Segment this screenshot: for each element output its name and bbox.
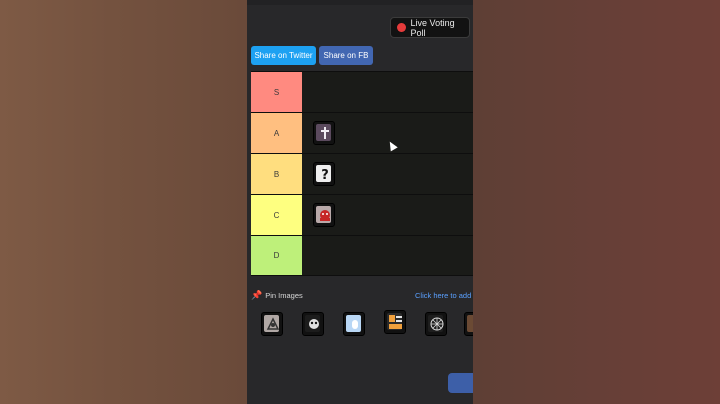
tier-drop-zone-d[interactable] <box>302 236 473 275</box>
question-mark-card-icon[interactable]: ? <box>313 162 335 186</box>
tier-drop-zone-s[interactable] <box>302 72 473 112</box>
tier-label-c[interactable]: C <box>251 195 302 235</box>
pushpin-icon: 📌 <box>251 290 263 300</box>
tier-label-a[interactable]: A <box>251 113 302 153</box>
tier-label-b[interactable]: B <box>251 154 302 194</box>
record-dot-icon <box>397 23 406 32</box>
tier-row-c: C <box>251 194 473 235</box>
tier-list: S A B ? C D <box>251 71 473 276</box>
tier-drop-zone-b[interactable]: ? <box>302 154 473 194</box>
pin-images-label: Pin Images <box>265 291 303 300</box>
blurred-background-left <box>0 0 247 404</box>
share-fb-button[interactable]: Share on FB <box>319 46 373 65</box>
skull-sigil-card-icon[interactable] <box>261 312 283 336</box>
tier-row-s: S <box>251 71 473 112</box>
brown-card-partial-icon[interactable] <box>464 312 473 336</box>
blurred-background-right <box>473 0 720 404</box>
live-voting-poll-button[interactable]: Live Voting Poll <box>390 17 470 38</box>
blue-ghost-card-icon[interactable] <box>343 312 365 336</box>
tier-label-s[interactable]: S <box>251 72 302 112</box>
bottom-action-button[interactable] <box>448 373 473 393</box>
tier-list-panel: Live Voting Poll Share on Twitter Share … <box>247 0 473 404</box>
black-skull-card-icon[interactable] <box>302 312 324 336</box>
top-clipped-area <box>247 0 473 5</box>
tier-drop-zone-c[interactable] <box>302 195 473 235</box>
tier-row-b: B ? <box>251 153 473 194</box>
click-here-to-add-link[interactable]: Click here to add <box>415 291 471 300</box>
tier-row-a: A <box>251 112 473 153</box>
sit-jump-card-icon[interactable] <box>384 310 406 334</box>
pin-images-toggle[interactable]: 📌 Pin Images <box>251 290 303 301</box>
tier-row-d: D <box>251 235 473 276</box>
dark-web-card-icon[interactable] <box>425 312 447 336</box>
svg-text:?: ? <box>321 168 329 183</box>
live-voting-poll-label: Live Voting Poll <box>410 17 455 38</box>
tier-label-d[interactable]: D <box>251 236 302 275</box>
red-creature-card-icon[interactable] <box>313 203 335 227</box>
cross-tombstone-card-icon[interactable] <box>313 121 335 145</box>
share-twitter-button[interactable]: Share on Twitter <box>251 46 316 65</box>
